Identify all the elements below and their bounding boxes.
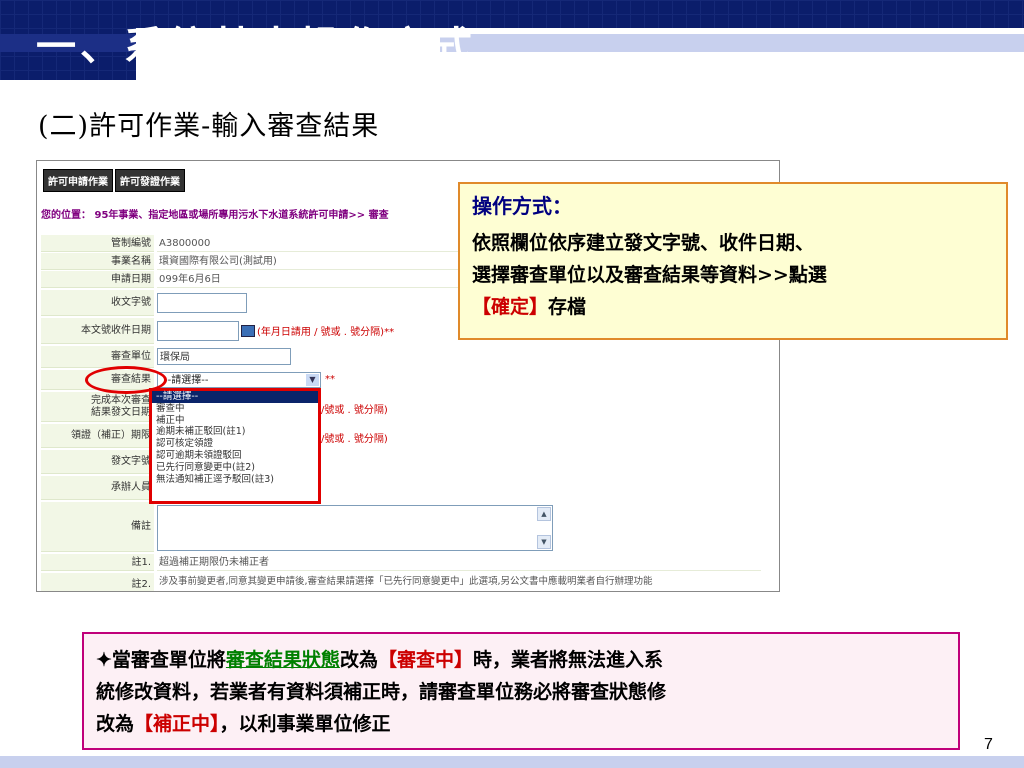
note-status-correcting: 【補正中】	[134, 713, 220, 735]
slide-title: 一、系統基本操作方式	[36, 23, 476, 70]
doc-date-hint: (年月日請用 / 號或 . 號分隔)**	[257, 327, 395, 338]
required-mark: **	[325, 374, 335, 385]
chevron-down-icon[interactable]: ▼	[306, 374, 319, 386]
warning-note: ✦當審查單位將審查結果狀態改為【審查中】時，業者將無法進入系 統修改資料，若業者…	[82, 632, 960, 750]
option-item[interactable]: 認可逾期未領證駁回	[152, 450, 318, 462]
callout-line3: 【確定】存檔	[472, 291, 994, 323]
label-review-unit: 審查單位	[41, 346, 154, 368]
note-mid2: 時，業者將無法進入系	[472, 649, 663, 671]
label-remark: 備註	[41, 502, 154, 552]
note-prefix: ✦當審查單位將	[96, 649, 226, 671]
footer-bar	[0, 756, 1024, 768]
note-line3-post: ，以利事業單位修正	[219, 713, 391, 735]
doc-date-input[interactable]	[157, 321, 239, 341]
label-note2: 註2.	[41, 573, 154, 591]
label-apply-date: 申請日期	[41, 271, 154, 288]
row-note2: 註2. 涉及事前變更者,同意其變更申請後,審查結果請選擇「已先行同意變更中」此選…	[41, 573, 761, 591]
label-complete-date-1: 完成本次審查	[91, 395, 151, 406]
scroll-up-icon[interactable]: ▲	[537, 507, 551, 521]
callout-body: 依照欄位依序建立發文字號、收件日期、 選擇審查單位以及審查結果等資料>>點選 【…	[472, 227, 994, 323]
callout-line2: 選擇審查單位以及審查結果等資料>>點選	[472, 264, 827, 286]
review-result-selected: --請選擇--	[164, 375, 209, 386]
option-item[interactable]: --請選擇--	[152, 391, 318, 403]
callout-line1: 依照欄位依序建立發文字號、收件日期、	[472, 232, 815, 254]
tab-issue[interactable]: 許可發證作業	[115, 169, 185, 192]
tab-bar: 許可申請作業 許可發證作業	[43, 169, 185, 192]
option-item[interactable]: 審查中	[152, 403, 318, 415]
instruction-callout: 操作方式： 依照欄位依序建立發文字號、收件日期、 選擇審查單位以及審查結果等資料…	[458, 182, 1008, 340]
label-deadline: 領證（補正）期限	[41, 424, 154, 448]
label-doc-date: 本文號收件日期	[41, 318, 154, 344]
note-line1: ✦當審查單位將審查結果狀態改為【審查中】時，業者將無法進入系	[96, 644, 946, 676]
confirm-button-ref: 【確定】	[472, 296, 549, 318]
label-handler: 承辦人員	[41, 476, 154, 500]
callout-title: 操作方式：	[472, 194, 572, 218]
header-light-stripe	[440, 34, 1024, 52]
option-item[interactable]: 已先行同意變更中(註2)	[152, 462, 318, 474]
option-item[interactable]: 認可核定領證	[152, 438, 318, 450]
note-mid: 改為	[339, 649, 378, 671]
label-complete-date-2: 結果發文日期	[91, 407, 151, 418]
calendar-icon[interactable]	[241, 325, 255, 337]
option-item[interactable]: 逾期未補正駁回(註1)	[152, 426, 318, 438]
scroll-down-icon[interactable]: ▼	[537, 535, 551, 549]
complete-date-hint: /號或 . 號分隔)	[321, 405, 388, 416]
slide-subtitle: (二)許可作業-輸入審查結果	[38, 111, 380, 142]
page-number: 7	[984, 736, 993, 753]
row-remark: 備註 ▲ ▼	[41, 502, 761, 552]
note-line3: 改為【補正中】，以利事業單位修正	[96, 708, 946, 740]
row-review-unit: 審查單位 環保局	[41, 346, 761, 368]
option-item[interactable]: 無法通知補正逕予駁回(註3)	[152, 474, 318, 486]
note-status-reviewing: 【審查中】	[377, 649, 473, 671]
callout-tail: 存檔	[548, 296, 587, 318]
deadline-hint: /號或 . 號分隔)	[321, 434, 388, 445]
note-line3-pre: 改為	[96, 713, 135, 735]
option-item[interactable]: 補正中	[152, 415, 318, 427]
label-control-no: 管制編號	[41, 235, 154, 252]
row-note1: 註1. 超過補正期限仍未補正者	[41, 554, 761, 571]
review-result-options[interactable]: --請選擇-- 審查中 補正中 逾期未補正駁回(註1) 認可核定領證 認可逾期未…	[149, 388, 321, 504]
breadcrumb: 您的位置： 95年事業、指定地區或場所專用污水下水道系統許可申請>> 審查	[41, 210, 389, 221]
label-business-name: 事業名稱	[41, 253, 154, 270]
note-highlight: 審查結果狀態	[225, 649, 340, 671]
value-note2: 涉及事前變更者,同意其變更申請後,審查結果請選擇「已先行同意變更中」此選項,另公…	[157, 573, 761, 591]
receipt-no-input[interactable]	[157, 293, 247, 313]
label-send-no: 發文字號	[41, 450, 154, 474]
tab-apply[interactable]: 許可申請作業	[43, 169, 113, 192]
remark-textarea[interactable]: ▲ ▼	[157, 505, 553, 551]
label-note1: 註1.	[41, 554, 154, 571]
label-complete-date: 完成本次審查 結果發文日期	[41, 392, 154, 422]
label-receipt-no: 收文字號	[41, 290, 154, 316]
value-note1: 超過補正期限仍未補正者	[157, 554, 761, 571]
review-unit-input[interactable]: 環保局	[157, 348, 291, 365]
note-line2: 統修改資料，若業者有資料須補正時，請審查單位務必將審查狀態修	[96, 681, 667, 703]
review-result-select[interactable]: --請選擇-- ▼	[157, 372, 321, 388]
